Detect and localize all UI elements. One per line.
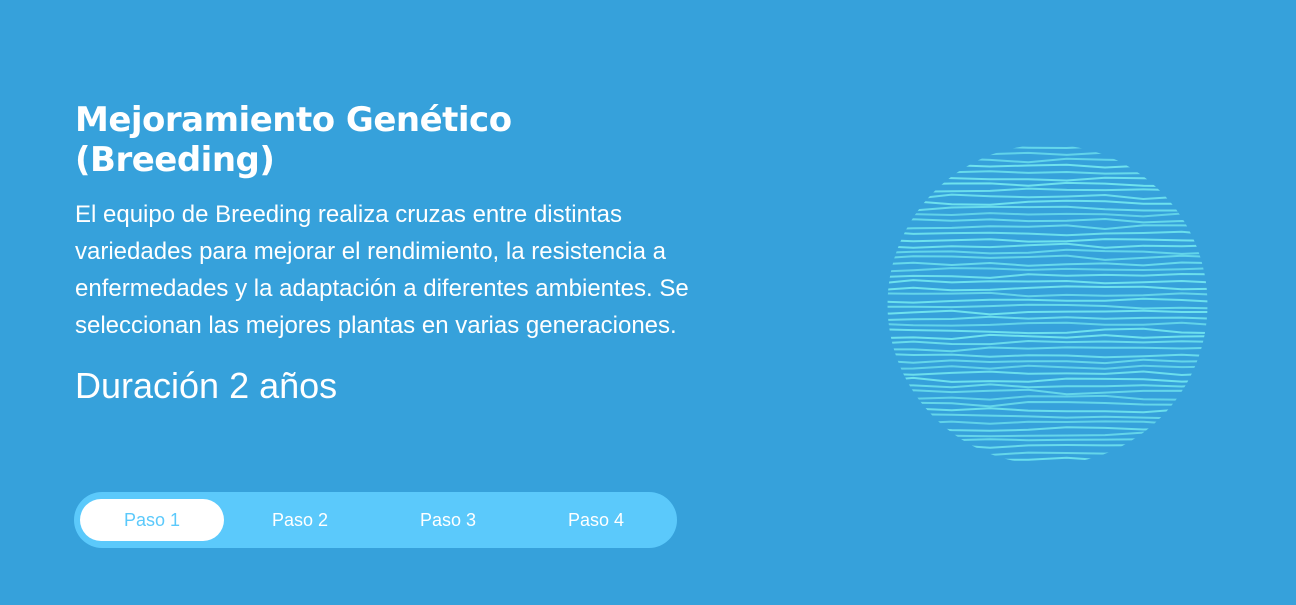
wave-line xyxy=(887,339,1208,346)
wave-line xyxy=(887,303,1208,310)
wave-line xyxy=(887,181,1208,188)
content-block: Mejoramiento Genético (Breeding) El equi… xyxy=(75,100,755,408)
wave-line xyxy=(887,426,1208,432)
wave-line xyxy=(887,187,1208,194)
wave-line xyxy=(887,420,1208,426)
wave-line xyxy=(887,261,1208,267)
wave-line xyxy=(887,315,1208,322)
wave-line xyxy=(887,151,1208,157)
wave-line xyxy=(887,309,1208,316)
wave-line xyxy=(887,346,1208,353)
wave-line xyxy=(887,364,1208,370)
wave-line xyxy=(887,169,1208,176)
wave-line xyxy=(887,285,1208,292)
section-description: El equipo de Breeding realiza cruzas ent… xyxy=(75,201,689,339)
wave-line xyxy=(887,230,1208,237)
wave-line xyxy=(887,175,1208,182)
section-title: Mejoramiento Genético (Breeding) xyxy=(75,100,512,180)
wave-line xyxy=(887,370,1208,377)
step-tab-2[interactable]: Paso 2 xyxy=(228,499,372,541)
wave-line xyxy=(887,352,1208,359)
wave-line xyxy=(887,224,1208,231)
wave-line xyxy=(887,388,1208,396)
step-tab-1[interactable]: Paso 1 xyxy=(80,499,224,541)
wave-line xyxy=(887,279,1208,285)
wave-line xyxy=(887,254,1208,261)
step-tab-3[interactable]: Paso 3 xyxy=(376,499,520,541)
wave-line xyxy=(887,407,1208,414)
wave-line xyxy=(887,238,1208,243)
wave-line xyxy=(887,272,1208,279)
wave-line xyxy=(887,297,1208,304)
wave-line xyxy=(887,400,1208,408)
wave-line xyxy=(887,438,1208,442)
wave-line xyxy=(887,431,1208,438)
wave-line xyxy=(887,248,1208,255)
step-tab-4[interactable]: Paso 4 xyxy=(524,499,668,541)
wave-line xyxy=(887,321,1208,327)
page: Mejoramiento Genético (Breeding) El equi… xyxy=(0,0,1296,605)
wave-line xyxy=(887,291,1208,298)
wave-line xyxy=(887,217,1208,224)
wave-line xyxy=(887,266,1208,273)
wave-line xyxy=(887,358,1208,365)
duration-label: Duración 2 años xyxy=(75,365,338,406)
step-selector: Paso 1 Paso 2 Paso 3 Paso 4 xyxy=(74,492,677,548)
wave-line xyxy=(887,199,1208,206)
wave-line xyxy=(887,163,1208,170)
wave-line xyxy=(887,327,1208,335)
wave-line xyxy=(887,450,1208,457)
wave-line xyxy=(887,394,1208,401)
wave-line xyxy=(887,193,1208,201)
wave-line xyxy=(887,376,1208,383)
wave-line xyxy=(887,145,1208,151)
wave-line xyxy=(887,333,1208,341)
wave-line xyxy=(887,443,1208,449)
wave-line xyxy=(887,413,1208,420)
wave-line xyxy=(887,212,1208,218)
wave-line xyxy=(887,383,1208,389)
wavy-lines-sphere-icon xyxy=(887,145,1208,462)
wave-line xyxy=(887,205,1208,212)
wave-line xyxy=(887,242,1208,249)
wave-line xyxy=(887,157,1208,164)
wave-line xyxy=(887,456,1208,462)
